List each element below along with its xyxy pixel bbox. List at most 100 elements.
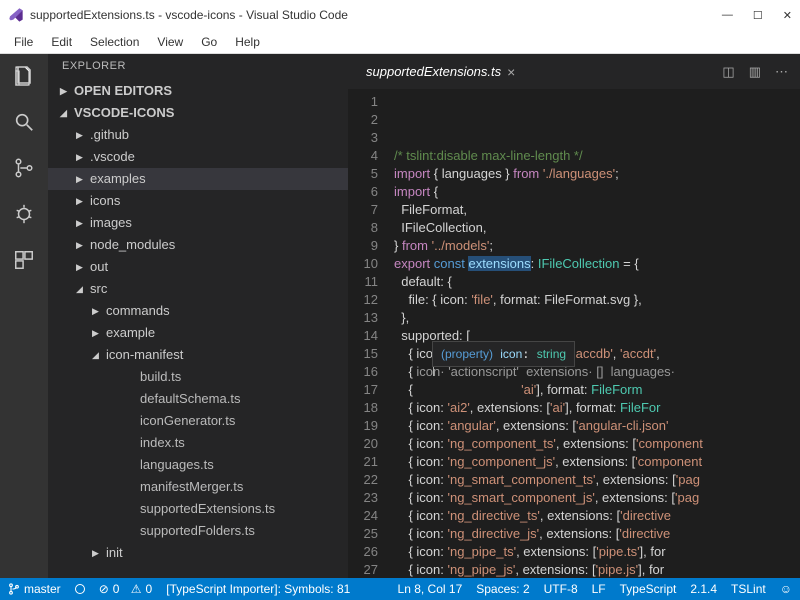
language-status[interactable]: TypeScript	[620, 582, 677, 596]
warning-icon: ⚠	[131, 582, 142, 596]
git-sync[interactable]	[75, 584, 85, 594]
folder-out[interactable]: ▶ out	[48, 256, 348, 278]
line-gutter: 1234567891011121314151617181920212223242…	[348, 89, 388, 578]
chevron-right-icon: ▶	[76, 168, 85, 190]
folder-node_modules[interactable]: ▶node_modules	[48, 234, 348, 256]
tslint-status[interactable]: TSLint	[731, 582, 766, 596]
folder-icons[interactable]: ▶icons	[48, 190, 348, 212]
menu-view[interactable]: View	[149, 33, 191, 51]
folder--vscode[interactable]: ▶.vscode	[48, 146, 348, 168]
search-icon[interactable]	[10, 108, 38, 136]
tree-item-label: src	[90, 278, 107, 300]
cursor-position[interactable]: Ln 8, Col 17	[398, 582, 463, 596]
sync-icon	[75, 584, 85, 594]
window-maximize-icon[interactable]: ☐	[753, 9, 763, 22]
problems[interactable]: ⊘0 ⚠0	[99, 582, 153, 596]
tab-label: supportedExtensions.ts	[366, 64, 501, 79]
file-defaultSchema-ts[interactable]: defaultSchema.ts	[48, 388, 348, 410]
encoding-status[interactable]: UTF-8	[544, 582, 578, 596]
chevron-right-icon: ▶	[60, 80, 69, 102]
tree-item-label: examples	[90, 168, 146, 190]
editor-group: supportedExtensions.ts × ◫ ▥ ⋯ 123456789…	[348, 54, 800, 578]
code-editor[interactable]: 1234567891011121314151617181920212223242…	[348, 89, 800, 578]
window-titlebar: supportedExtensions.ts - vscode-icons - …	[0, 0, 800, 30]
folder-examples[interactable]: ▶examples	[48, 168, 348, 190]
project-root[interactable]: ◢VSCODE-ICONS	[48, 102, 348, 124]
menu-file[interactable]: File	[6, 33, 41, 51]
tree-item-label: icons	[90, 190, 120, 212]
debug-icon[interactable]	[10, 200, 38, 228]
hover-tooltip: (property) icon: string	[432, 341, 575, 367]
menubar: FileEditSelectionViewGoHelp	[0, 30, 800, 54]
tree-item-label: iconGenerator.ts	[140, 410, 235, 432]
error-icon: ⊘	[99, 582, 109, 596]
sidebar-title: EXPLORER	[48, 54, 348, 78]
feedback-icon[interactable]: ☺	[780, 582, 792, 596]
chevron-right-icon: ▶	[76, 256, 85, 278]
extensions-icon[interactable]	[10, 246, 38, 274]
tab-supported-extensions[interactable]: supportedExtensions.ts ×	[356, 54, 525, 89]
file-languages-ts[interactable]: languages.ts	[48, 454, 348, 476]
tree-item-label: languages.ts	[140, 454, 214, 476]
tree-item-label: images	[90, 212, 132, 234]
main-area: EXPLORER ▶OPEN EDITORS ◢VSCODE-ICONS ▶.g…	[0, 54, 800, 578]
tree-item-label: init	[106, 542, 123, 564]
chevron-down-icon: ◢	[60, 102, 69, 124]
file-iconGenerator-ts[interactable]: iconGenerator.ts	[48, 410, 348, 432]
file-index-ts[interactable]: index.ts	[48, 432, 348, 454]
ts-importer-status[interactable]: [TypeScript Importer]: Symbols: 81	[166, 582, 350, 596]
folder-src[interactable]: ◢ src	[48, 278, 348, 300]
folder-init[interactable]: ▶init	[48, 542, 348, 564]
code-lines[interactable]: /* tslint:disable max-line-length */impo…	[388, 89, 800, 578]
source-control-icon[interactable]	[10, 154, 38, 182]
folder-commands[interactable]: ▶commands	[48, 300, 348, 322]
tree-item-label: manifestMerger.ts	[140, 476, 243, 498]
window-close-icon[interactable]: ✕	[783, 9, 792, 22]
eol-status[interactable]: LF	[592, 582, 606, 596]
indent-status[interactable]: Spaces: 2	[476, 582, 529, 596]
file-supportedFolders-ts[interactable]: supportedFolders.ts	[48, 520, 348, 542]
editor-tabs: supportedExtensions.ts × ◫ ▥ ⋯	[348, 54, 800, 89]
window-minimize-icon[interactable]: —	[722, 9, 733, 22]
tree-item-label: .github	[90, 124, 129, 146]
chevron-down-icon: ◢	[76, 278, 85, 300]
chevron-down-icon: ◢	[92, 344, 101, 366]
menu-go[interactable]: Go	[193, 33, 225, 51]
menu-help[interactable]: Help	[227, 33, 268, 51]
chevron-right-icon: ▶	[76, 124, 85, 146]
folder-example[interactable]: ▶example	[48, 322, 348, 344]
folder-icon-manifest[interactable]: ◢icon-manifest	[48, 344, 348, 366]
file-supportedExtensions-ts[interactable]: supportedExtensions.ts	[48, 498, 348, 520]
git-branch[interactable]: master	[8, 582, 61, 596]
ts-version[interactable]: 2.1.4	[690, 582, 717, 596]
vscode-logo-icon	[8, 7, 24, 23]
file-build-ts[interactable]: build.ts	[48, 366, 348, 388]
window-title: supportedExtensions.ts - vscode-icons - …	[30, 8, 348, 22]
file-manifestMerger-ts[interactable]: manifestMerger.ts	[48, 476, 348, 498]
split-editor-icon[interactable]: ◫	[722, 64, 734, 80]
tree-item-label: example	[106, 322, 155, 344]
chevron-right-icon: ▶	[76, 146, 85, 168]
folder-images[interactable]: ▶images	[48, 212, 348, 234]
toggle-panel-icon[interactable]: ▥	[749, 64, 761, 80]
folder--github[interactable]: ▶.github	[48, 124, 348, 146]
tree-item-label: .vscode	[90, 146, 135, 168]
chevron-right-icon: ▶	[92, 300, 101, 322]
tree-item-label: commands	[106, 300, 170, 322]
close-tab-icon[interactable]: ×	[507, 64, 515, 80]
tree-item-label: defaultSchema.ts	[140, 388, 240, 410]
more-actions-icon[interactable]: ⋯	[775, 64, 788, 80]
tree-item-label: supportedFolders.ts	[140, 520, 255, 542]
chevron-right-icon: ▶	[76, 234, 85, 256]
open-editors-section[interactable]: ▶OPEN EDITORS	[48, 80, 348, 102]
files-icon[interactable]	[10, 62, 38, 90]
chevron-right-icon: ▶	[76, 190, 85, 212]
window-controls: — ☐ ✕	[722, 9, 792, 22]
menu-selection[interactable]: Selection	[82, 33, 147, 51]
explorer-tree: ▶OPEN EDITORS ◢VSCODE-ICONS ▶.github▶.vs…	[48, 78, 348, 578]
chevron-right-icon: ▶	[76, 212, 85, 234]
tree-item-label: out	[90, 256, 108, 278]
menu-edit[interactable]: Edit	[43, 33, 80, 51]
tree-item-label: node_modules	[90, 234, 175, 256]
tree-item-label: index.ts	[140, 432, 185, 454]
